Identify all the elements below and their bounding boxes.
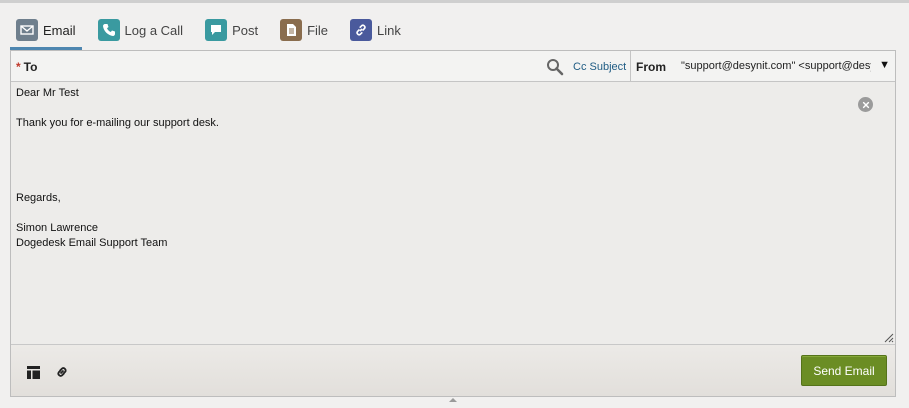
from-section: From "support@desynit.com" <support@desy… bbox=[630, 51, 895, 81]
tab-log-a-call[interactable]: Log a Call bbox=[92, 10, 190, 50]
template-icon[interactable] bbox=[26, 365, 41, 380]
email-body-editor[interactable]: Dear Mr Test Thank you for e-mailing our… bbox=[11, 82, 895, 344]
body-line: Dear Mr Test bbox=[16, 87, 79, 99]
required-marker: * bbox=[16, 60, 21, 74]
to-field[interactable]: * To bbox=[16, 60, 37, 74]
top-divider bbox=[0, 0, 909, 3]
link-icon bbox=[350, 19, 373, 41]
resize-handle-icon[interactable] bbox=[882, 331, 894, 343]
document-icon bbox=[280, 19, 303, 41]
email-header-row: * To Cc Subject From "support@desynit.com… bbox=[11, 51, 895, 82]
tab-email[interactable]: Email bbox=[10, 10, 82, 50]
body-line: Dogedesk Email Support Team bbox=[16, 237, 168, 249]
email-composer: * To Cc Subject From "support@desynit.com… bbox=[10, 50, 896, 397]
to-label: To bbox=[23, 60, 38, 74]
tab-file[interactable]: File bbox=[274, 10, 334, 50]
body-line: Thank you for e-mailing our support desk… bbox=[16, 117, 219, 129]
send-email-button[interactable]: Send Email bbox=[801, 355, 887, 386]
cc-subject-link[interactable]: Cc Subject bbox=[573, 61, 626, 73]
collapse-arrow-icon[interactable] bbox=[448, 397, 458, 403]
body-line: Simon Lawrence bbox=[16, 222, 98, 234]
tab-link[interactable]: Link bbox=[344, 10, 407, 50]
from-select[interactable]: "support@desynit.com" <support@desynit.c… bbox=[679, 51, 896, 81]
tab-email-label: Email bbox=[43, 22, 76, 38]
envelope-icon bbox=[16, 19, 38, 41]
attachment-link-icon[interactable] bbox=[54, 364, 70, 380]
tab-post[interactable]: Post bbox=[199, 10, 264, 50]
search-icon[interactable] bbox=[546, 58, 564, 76]
from-label: From bbox=[636, 60, 666, 74]
speech-bubble-icon bbox=[205, 19, 228, 41]
close-icon[interactable] bbox=[858, 97, 873, 112]
phone-icon bbox=[97, 19, 120, 41]
chevron-down-icon: ▼ bbox=[879, 59, 890, 71]
publisher-tabs: Email Log a Call Post File Link bbox=[10, 10, 417, 50]
from-value: "support@desynit.com" <support@desynit.c… bbox=[681, 60, 871, 72]
tab-link-label: Link bbox=[377, 22, 401, 38]
tab-post-label: Post bbox=[232, 22, 259, 38]
tab-log-a-call-label: Log a Call bbox=[124, 22, 184, 38]
tab-file-label: File bbox=[307, 22, 329, 38]
body-line: Regards, bbox=[16, 192, 61, 204]
composer-footer: Send Email bbox=[11, 344, 895, 396]
